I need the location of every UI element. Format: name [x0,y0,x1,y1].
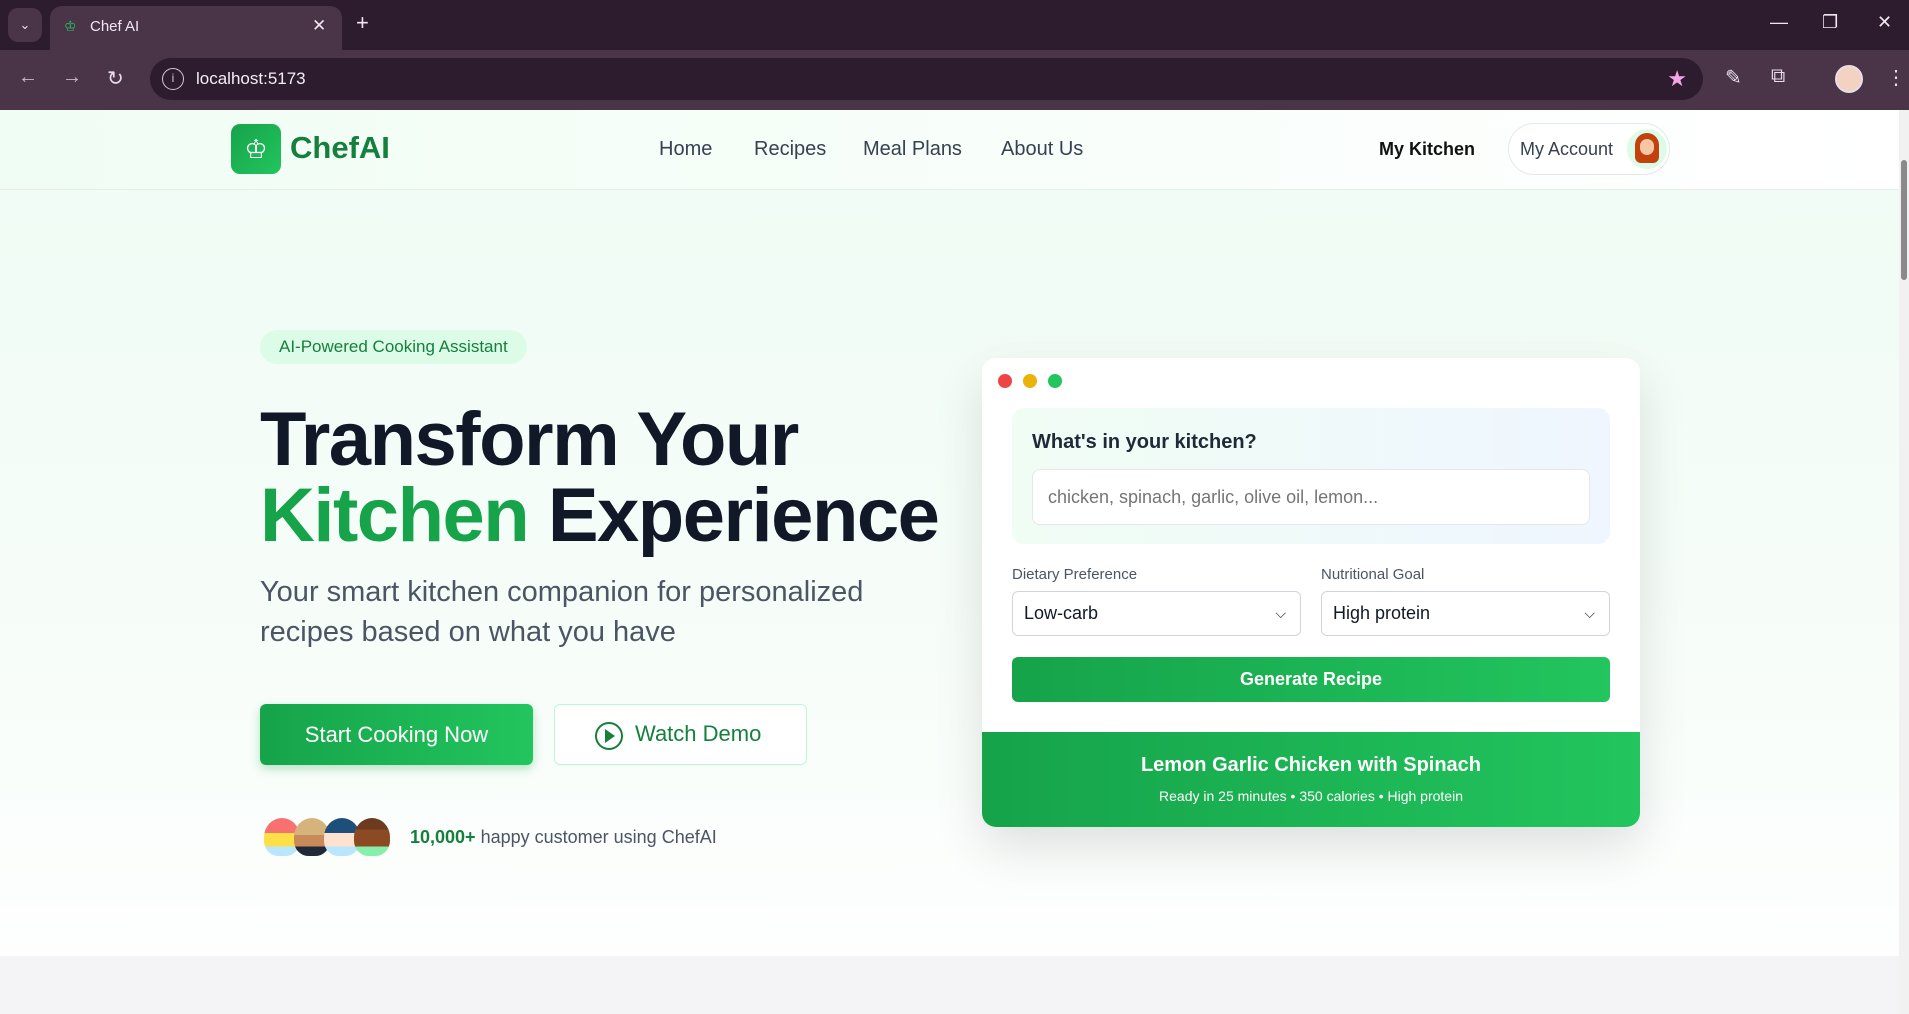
chef-hat-logo-icon[interactable]: ♔ [231,124,281,174]
next-section [0,956,1899,1014]
browser-tab-bar: ⌄ ♔ Chef AI ✕ + — ❐ ✕ [0,0,1909,50]
hero-title-highlight: Kitchen [260,473,530,558]
nav-about-us[interactable]: About Us [1001,138,1083,161]
goal-select[interactable]: High protein ⌵ [1321,591,1610,636]
close-tab-icon[interactable]: ✕ [312,16,326,36]
address-bar[interactable]: i localhost:5173 ★ [150,58,1703,100]
generate-recipe-button[interactable]: Generate Recipe [1012,657,1610,702]
ingredients-question: What's in your kitchen? [1032,431,1257,453]
scrollbar-thumb[interactable] [1901,160,1907,280]
result-meta: Ready in 25 minutes • 350 calories • Hig… [1159,788,1463,804]
hero-title-line2: Kitchen Experience [260,472,940,559]
nav-home[interactable]: Home [659,138,712,161]
hero-subtitle-line2: recipes based on what you have [260,616,676,648]
dietary-select[interactable]: Low-carb ⌵ [1012,591,1301,636]
dietary-value: Low-carb [1024,603,1099,623]
new-tab-button[interactable]: + [356,10,369,36]
site-header: ♔ ChefAI Home Recipes Meal Plans About U… [0,110,1899,190]
green-dot-icon [1048,374,1062,388]
recipe-generator-card: What's in your kitchen? Dietary Preferen… [982,358,1640,827]
hero-badge: AI-Powered Cooking Assistant [260,330,527,364]
user-avatar [1627,129,1667,169]
browser-toolbar: ← → ↻ i localhost:5173 ★ ✎ ⧉ ⋮ [0,50,1909,110]
goal-value: High protein [1333,603,1431,623]
watch-demo-label: Watch Demo [635,721,762,746]
tab-search-button[interactable]: ⌄ [8,8,42,42]
my-account-button[interactable]: My Account [1508,123,1670,175]
site-info-icon[interactable]: i [162,68,184,90]
nav-meal-plans[interactable]: Meal Plans [863,138,962,161]
my-account-label: My Account [1520,139,1614,159]
watch-demo-button[interactable]: Watch Demo [554,704,807,765]
result-title: Lemon Garlic Chicken with Spinach [1140,754,1482,776]
browser-tab[interactable]: ♔ Chef AI ✕ [50,6,342,50]
ingredients-panel: What's in your kitchen? [1012,408,1610,544]
social-proof: 10,000+ happy customer using ChefAI [410,827,717,848]
customer-count: 10,000+ [410,827,476,847]
dietary-label: Dietary Preference [1012,566,1138,583]
menu-icon[interactable]: ⋮ [1886,65,1906,90]
forward-icon[interactable]: → [62,66,82,89]
customer-avatar [354,818,390,856]
social-text: happy customer using ChefAI [480,827,717,847]
play-icon [595,722,623,750]
profile-avatar[interactable] [1835,65,1863,93]
extensions-icon[interactable]: ⧉ [1771,65,1785,88]
logo-text[interactable]: ChefAI [290,130,390,166]
recipe-result[interactable]: Lemon Garlic Chicken with Spinach Ready … [982,732,1640,827]
url-text[interactable]: localhost:5173 [196,69,306,89]
close-window-button[interactable]: ✕ [1877,12,1892,33]
start-cooking-button[interactable]: Start Cooking Now [260,704,533,765]
eyedropper-icon[interactable]: ✎ [1725,65,1742,90]
reload-icon[interactable]: ↻ [107,66,124,91]
restore-button[interactable]: ❐ [1822,12,1838,33]
nav-recipes[interactable]: Recipes [754,138,826,161]
ingredients-input[interactable] [1032,469,1590,525]
hero-subtitle-line1: Your smart kitchen companion for persona… [260,576,864,608]
chef-hat-favicon-icon: ♔ [64,18,77,34]
red-dot-icon [998,374,1012,388]
bookmark-star-icon[interactable]: ★ [1667,66,1687,92]
page: ♔ ChefAI Home Recipes Meal Plans About U… [0,110,1899,1014]
chevron-down-icon: ⌵ [1584,605,1595,621]
back-icon[interactable]: ← [18,66,38,89]
hero-title-line1: Transform Your [260,397,799,482]
scrollbar[interactable] [1899,110,1909,1014]
my-kitchen-link[interactable]: My Kitchen [1379,139,1475,160]
yellow-dot-icon [1023,374,1037,388]
hero-title-rest: Experience [547,473,940,558]
tab-title: Chef AI [90,18,140,35]
chevron-down-icon: ⌵ [1275,605,1286,621]
goal-label: Nutritional Goal [1321,566,1425,583]
minimize-button[interactable]: — [1770,12,1788,33]
